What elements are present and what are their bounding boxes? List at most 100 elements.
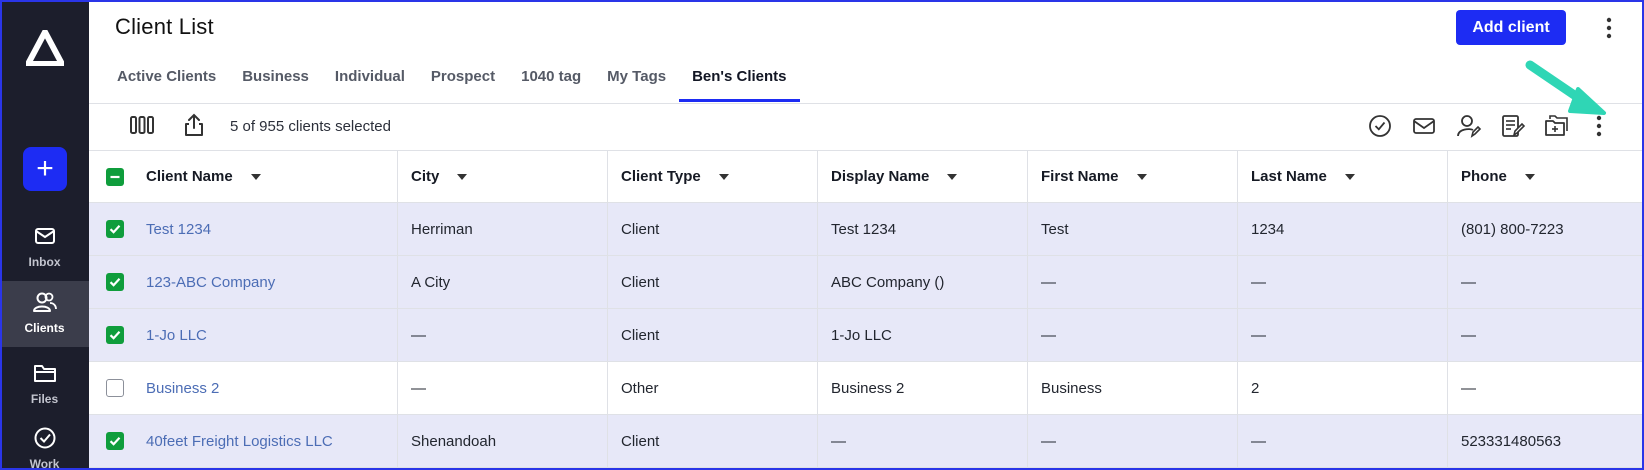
table-row[interactable]: 40feet Freight Logistics LLC Shenandoah Cl… bbox=[89, 415, 1644, 468]
cell-client-name[interactable]: 40feet Freight Logistics LLC bbox=[133, 415, 397, 467]
checkmark-icon bbox=[109, 437, 121, 446]
cell-display-name: — bbox=[817, 415, 1027, 467]
cell-client-name[interactable]: 1-Jo LLC bbox=[133, 309, 397, 361]
cell-display-name: Business 2 bbox=[817, 362, 1027, 414]
cell-phone: — bbox=[1447, 309, 1644, 361]
sidebar-item-clients[interactable]: Clients bbox=[0, 281, 89, 347]
client-name-link[interactable]: 40feet Freight Logistics LLC bbox=[146, 433, 333, 450]
cell-value: Herriman bbox=[411, 220, 473, 238]
export-icon[interactable] bbox=[183, 113, 205, 137]
sidebar-item-files[interactable]: Files bbox=[0, 360, 89, 418]
tab-1040-tag[interactable]: 1040 tag bbox=[508, 64, 594, 104]
cell-phone: (801) 800-7223 bbox=[1447, 203, 1644, 255]
cell-value: — bbox=[1461, 326, 1476, 344]
column-header-city[interactable]: City bbox=[397, 151, 607, 202]
sidebar-item-work[interactable]: Work bbox=[0, 425, 89, 470]
create-new-button[interactable]: + bbox=[23, 147, 67, 191]
sort-caret-icon[interactable] bbox=[718, 173, 729, 180]
column-header-phone[interactable]: Phone bbox=[1447, 151, 1644, 202]
tab-prospect[interactable]: Prospect bbox=[418, 64, 508, 104]
tab-my-tags[interactable]: My Tags bbox=[594, 64, 679, 104]
cell-value: 1234 bbox=[1251, 220, 1285, 238]
checkmark-icon bbox=[109, 225, 121, 234]
cell-value: — bbox=[411, 326, 426, 344]
cell-client-type: Other bbox=[607, 362, 817, 414]
cell-value: Test 1234 bbox=[831, 220, 897, 238]
row-checkbox[interactable] bbox=[106, 432, 124, 450]
cell-value: 2 bbox=[1251, 379, 1260, 397]
cell-phone: — bbox=[1447, 256, 1644, 308]
cell-value: Client bbox=[621, 273, 660, 291]
cell-client-name[interactable]: Business 2 bbox=[133, 362, 397, 414]
client-name-link[interactable]: 1-Jo LLC bbox=[146, 327, 207, 344]
table-row[interactable]: 1-Jo LLC — Client 1-Jo LLC — — — bbox=[89, 309, 1644, 362]
cell-client-name[interactable]: Test 1234 bbox=[133, 203, 397, 255]
mail-icon[interactable] bbox=[1412, 115, 1436, 137]
select-all-checkbox[interactable] bbox=[106, 168, 124, 186]
checkmark-icon bbox=[109, 331, 121, 340]
row-checkbox[interactable] bbox=[106, 379, 124, 397]
client-name-link[interactable]: Business 2 bbox=[146, 380, 219, 397]
cell-last-name: 2 bbox=[1237, 362, 1447, 414]
cell-value: (801) 800-7223 bbox=[1461, 220, 1564, 238]
tab-active-clients[interactable]: Active Clients bbox=[104, 64, 229, 104]
sort-caret-icon[interactable] bbox=[947, 173, 958, 180]
app-logo[interactable] bbox=[26, 30, 64, 66]
row-checkbox[interactable] bbox=[106, 326, 124, 344]
sidebar-item-label: Clients bbox=[24, 321, 65, 335]
cell-value: Client bbox=[621, 326, 660, 344]
sidebar-item-label: Files bbox=[30, 392, 59, 406]
cell-client-name[interactable]: 123-ABC Company bbox=[133, 256, 397, 308]
column-header-client-name[interactable]: Client Name bbox=[133, 151, 397, 202]
user-edit-icon[interactable] bbox=[1456, 113, 1482, 139]
add-client-button[interactable]: Add client bbox=[1456, 10, 1566, 45]
client-name-link[interactable]: 123-ABC Company bbox=[146, 274, 275, 291]
row-checkbox[interactable] bbox=[106, 220, 124, 238]
column-header-display-name[interactable]: Display Name bbox=[817, 151, 1027, 202]
sort-caret-icon[interactable] bbox=[1136, 173, 1147, 180]
cell-client-type: Client bbox=[607, 415, 817, 467]
cell-city: — bbox=[397, 309, 607, 361]
checkmark-icon bbox=[109, 278, 121, 287]
client-tabs: Active Clients Business Individual Prosp… bbox=[104, 64, 800, 104]
sidebar-item-label: Inbox bbox=[28, 255, 61, 269]
tab-business[interactable]: Business bbox=[229, 64, 322, 104]
column-header-client-type[interactable]: Client Type bbox=[607, 151, 817, 202]
cell-city: A City bbox=[397, 256, 607, 308]
minus-icon bbox=[110, 175, 120, 179]
column-header-last-name[interactable]: Last Name bbox=[1237, 151, 1447, 202]
cell-client-type: Client bbox=[607, 203, 817, 255]
tab-individual[interactable]: Individual bbox=[322, 64, 418, 104]
table-row[interactable]: Test 1234 Herriman Client Test 1234 Test 1234… bbox=[89, 203, 1644, 256]
table-row[interactable]: Business 2 — Other Business 2 Business 2 — bbox=[89, 362, 1644, 415]
cell-value: Client bbox=[621, 432, 660, 450]
cell-display-name: 1-Jo LLC bbox=[817, 309, 1027, 361]
cell-phone: — bbox=[1447, 362, 1644, 414]
sort-caret-icon[interactable] bbox=[250, 173, 261, 180]
sidebar-item-label: Work bbox=[29, 457, 60, 470]
users-icon bbox=[32, 292, 57, 312]
more-options-icon[interactable] bbox=[1600, 15, 1618, 41]
check-circle-icon[interactable] bbox=[1368, 114, 1392, 138]
tab-bens-clients[interactable]: Ben's Clients bbox=[679, 64, 800, 104]
sort-caret-icon[interactable] bbox=[1524, 173, 1535, 180]
table-row[interactable]: 123-ABC Company A City Client ABC Company (… bbox=[89, 256, 1644, 309]
cell-value: 1-Jo LLC bbox=[831, 326, 892, 344]
sidebar-item-inbox[interactable]: Inbox bbox=[0, 223, 89, 281]
cell-last-name: — bbox=[1237, 256, 1447, 308]
cell-first-name: — bbox=[1027, 309, 1237, 361]
columns-icon[interactable] bbox=[129, 115, 155, 135]
selection-count: 5 of 955 clients selected bbox=[230, 118, 391, 135]
sort-caret-icon[interactable] bbox=[457, 173, 468, 180]
cell-last-name: 1234 bbox=[1237, 203, 1447, 255]
client-name-link[interactable]: Test 1234 bbox=[146, 221, 211, 238]
sort-caret-icon[interactable] bbox=[1344, 173, 1355, 180]
column-header-first-name[interactable]: First Name bbox=[1027, 151, 1237, 202]
row-checkbox[interactable] bbox=[106, 273, 124, 291]
cell-value: ABC Company () bbox=[831, 273, 945, 291]
cell-value: — bbox=[1251, 273, 1266, 291]
cell-city: — bbox=[397, 362, 607, 414]
cell-value: Other bbox=[621, 379, 659, 397]
cell-city: Herriman bbox=[397, 203, 607, 255]
cell-phone: 523331480563 bbox=[1447, 415, 1644, 467]
